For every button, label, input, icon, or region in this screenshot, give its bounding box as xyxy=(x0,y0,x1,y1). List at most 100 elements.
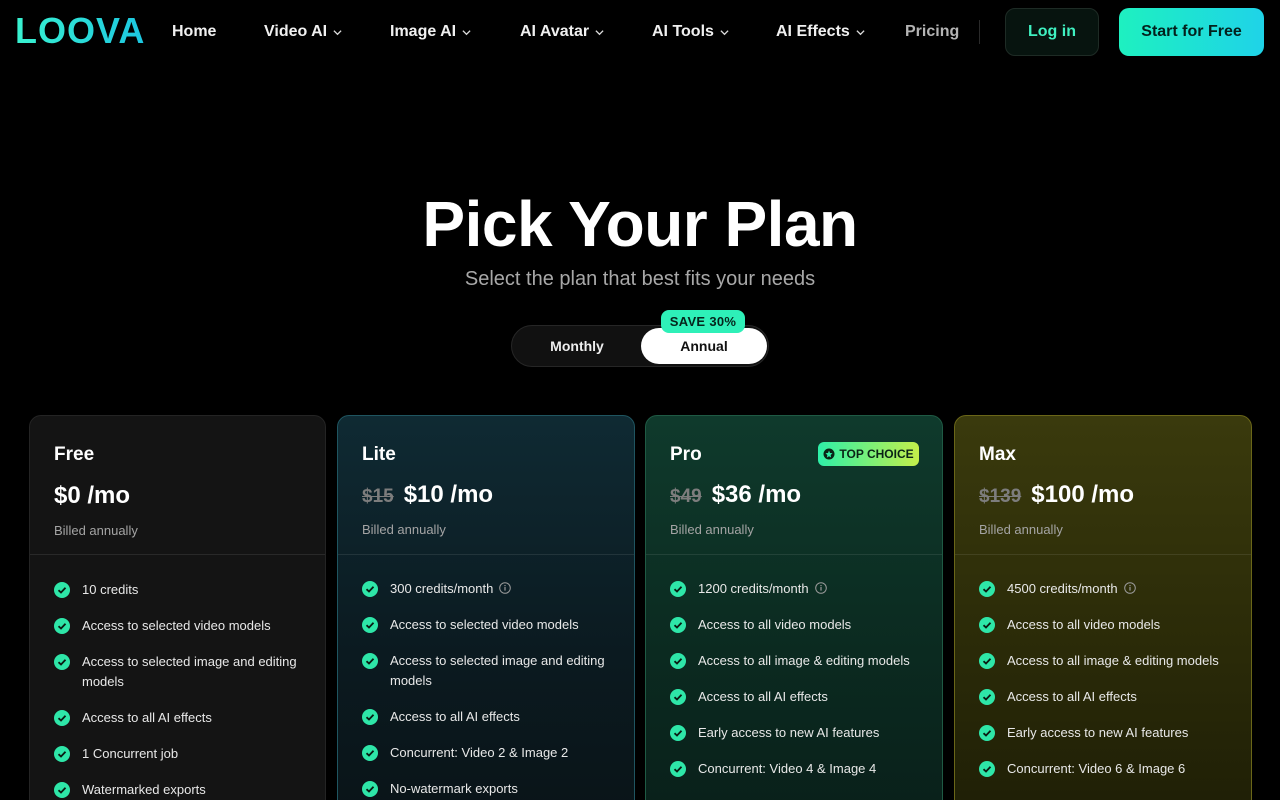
price-row: $139 $100 /mo xyxy=(979,481,1134,509)
check-circle-icon xyxy=(362,653,378,669)
feature-item: 10 credits xyxy=(54,580,304,600)
top-nav: LOOVA Home Video AI Image AI AI Avatar A… xyxy=(0,0,1280,64)
chevron-down-icon xyxy=(595,29,604,35)
feature-item: Access to all video models xyxy=(979,615,1229,635)
check-circle-icon xyxy=(54,582,70,598)
page-title: Pick Your Plan xyxy=(422,188,858,260)
feature-item: Access to all video models xyxy=(670,615,920,635)
nav-image-ai-label: Image AI xyxy=(390,23,457,40)
nav-ai-tools[interactable]: AI Tools xyxy=(652,20,729,44)
feature-item: Access to all AI effects xyxy=(670,687,920,707)
check-circle-icon xyxy=(54,782,70,798)
feature-text: Access to all AI effects xyxy=(1007,689,1137,704)
feature-text: 10 credits xyxy=(82,582,139,597)
feature-list: 300 credits/month Access to selected vid… xyxy=(362,579,612,800)
check-circle-icon xyxy=(54,654,70,670)
check-circle-icon xyxy=(979,581,995,597)
check-circle-icon xyxy=(979,617,995,633)
feature-text: 1 Concurrent job xyxy=(82,746,179,761)
plan-card-lite: Lite $15 $10 /mo Billed annually 300 cre… xyxy=(337,415,635,800)
feature-text: Access to selected video models xyxy=(82,618,271,633)
plan-name: Max xyxy=(979,444,1016,465)
plan-card-pro: Pro TOP CHOICE $49 $36 /mo Billed annual… xyxy=(645,415,943,800)
info-icon[interactable] xyxy=(499,582,512,594)
check-circle-icon xyxy=(670,761,686,777)
check-circle-icon xyxy=(979,689,995,705)
plan-price: $36 /mo xyxy=(711,481,802,508)
feature-item: Access to selected image and editing mod… xyxy=(54,652,304,692)
login-button[interactable]: Log in xyxy=(1005,8,1099,56)
check-circle-icon xyxy=(362,745,378,761)
info-icon[interactable] xyxy=(814,582,827,594)
feature-text: Access to selected video models xyxy=(390,617,579,632)
info-icon[interactable] xyxy=(1123,582,1136,594)
billing-note: Billed annually xyxy=(979,522,1063,537)
feature-item: 1 Concurrent job xyxy=(54,744,304,764)
feature-text: Access to selected image and editing mod… xyxy=(82,654,297,689)
feature-text: Access to all AI effects xyxy=(698,689,828,704)
feature-text: Early access to new AI features xyxy=(1007,725,1189,740)
feature-text: 1200 credits/month xyxy=(698,581,809,596)
feature-item: No-watermark exports xyxy=(362,779,612,799)
feature-text: Access to selected image and editing mod… xyxy=(390,653,605,688)
plan-name: Lite xyxy=(362,444,396,465)
feature-item: Access to selected image and editing mod… xyxy=(362,651,612,691)
billing-monthly-option[interactable]: Monthly xyxy=(512,326,642,366)
page-subtitle: Select the plan that best fits your need… xyxy=(464,268,816,290)
logo-text: LOOVA xyxy=(15,10,146,51)
feature-item: Concurrent: Video 4 & Image 4 xyxy=(670,759,920,779)
logo[interactable]: LOOVA xyxy=(15,10,146,51)
nav-home-label: Home xyxy=(172,23,217,40)
feature-item: Access to all AI effects xyxy=(54,708,304,728)
nav-image-ai[interactable]: Image AI xyxy=(390,20,471,44)
feature-item: Watermarked exports xyxy=(54,780,304,800)
feature-item: Concurrent: Video 6 & Image 6 xyxy=(979,759,1229,779)
check-circle-icon xyxy=(670,581,686,597)
feature-list: 1200 credits/month Access to all video m… xyxy=(670,579,920,795)
nav-home[interactable]: Home xyxy=(172,20,216,44)
nav-video-ai[interactable]: Video AI xyxy=(264,20,342,44)
check-circle-icon xyxy=(670,689,686,705)
plan-name: Free xyxy=(54,444,95,465)
price-row: $0 /mo xyxy=(54,482,130,510)
original-price: $49 xyxy=(670,486,702,507)
chevron-down-icon xyxy=(856,29,865,35)
feature-text: No-watermark exports xyxy=(390,781,518,796)
check-circle-icon xyxy=(362,781,378,797)
check-circle-icon xyxy=(54,746,70,762)
start-for-free-button[interactable]: Start for Free xyxy=(1119,8,1264,56)
price-row: $15 $10 /mo xyxy=(362,481,493,509)
plan-price: $0 /mo xyxy=(54,482,131,509)
feature-text: Early access to new AI features xyxy=(698,725,880,740)
check-circle-icon xyxy=(979,653,995,669)
feature-text: Access to all video models xyxy=(698,617,852,632)
feature-item: 4500 credits/month xyxy=(979,579,1229,599)
feature-text: Access to all image & editing models xyxy=(698,653,910,668)
check-circle-icon xyxy=(979,761,995,777)
feature-item: Access to all AI effects xyxy=(979,687,1229,707)
billing-note: Billed annually xyxy=(670,522,754,537)
plan-card-free: Free $0 /mo Billed annually 10 credits A… xyxy=(29,415,326,800)
nav-divider xyxy=(979,20,980,44)
check-circle-icon xyxy=(362,581,378,597)
billing-annual-option[interactable]: Annual xyxy=(641,328,767,364)
nav-ai-effects[interactable]: AI Effects xyxy=(776,20,865,44)
feature-item: 1200 credits/month xyxy=(670,579,920,599)
feature-item: Access to all image & editing models xyxy=(979,651,1229,671)
save-badge: SAVE 30% xyxy=(661,310,745,333)
billing-note: Billed annually xyxy=(54,523,138,538)
feature-text: Access to all AI effects xyxy=(390,709,520,724)
feature-item: Early access to new AI features xyxy=(979,723,1229,743)
card-divider xyxy=(955,554,1251,555)
price-row: $49 $36 /mo xyxy=(670,481,801,509)
feature-text: Concurrent: Video 2 & Image 2 xyxy=(390,745,569,760)
feature-text: Concurrent: Video 6 & Image 6 xyxy=(1007,761,1186,776)
nav-pricing[interactable]: Pricing xyxy=(905,20,959,44)
original-price: $15 xyxy=(362,486,394,507)
nav-ai-avatar[interactable]: AI Avatar xyxy=(520,20,604,44)
feature-item: Access to selected video models xyxy=(362,615,612,635)
chevron-down-icon xyxy=(720,29,729,35)
feature-text: Watermarked exports xyxy=(82,782,206,797)
plan-card-max: Max $139 $100 /mo Billed annually 4500 c… xyxy=(954,415,1252,800)
check-circle-icon xyxy=(670,617,686,633)
